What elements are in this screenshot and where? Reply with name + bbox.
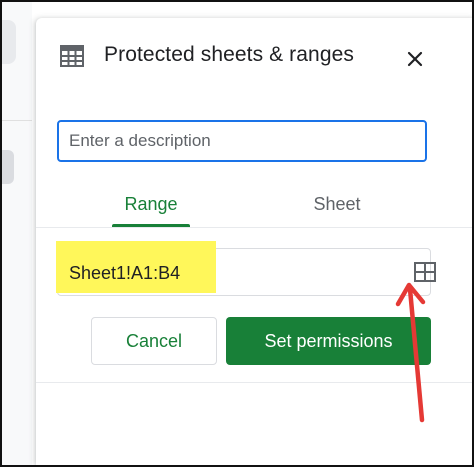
grid-select-icon[interactable]: [414, 262, 436, 282]
range-value: Sheet1!A1:B4: [69, 263, 181, 283]
spreadsheet-background: [2, 2, 32, 465]
tab-sheet[interactable]: Sheet: [292, 194, 382, 215]
table-icon: [60, 45, 84, 67]
tab-range[interactable]: Range: [106, 194, 196, 215]
close-icon[interactable]: [400, 44, 430, 74]
cancel-button[interactable]: Cancel: [91, 317, 217, 365]
panel-title: Protected sheets & ranges: [104, 43, 354, 66]
background-control: [2, 20, 16, 64]
background-divider: [2, 120, 32, 121]
background-control: [2, 150, 14, 184]
set-permissions-button[interactable]: Set permissions: [226, 317, 431, 365]
tabs-divider: [36, 227, 472, 228]
range-field[interactable]: Sheet1!A1:B4: [56, 241, 436, 296]
panel-divider: [36, 382, 472, 383]
screenshot-frame: Protected sheets & ranges Range Sheet Sh…: [0, 0, 474, 467]
panel-header: Protected sheets & ranges: [36, 18, 472, 90]
description-input[interactable]: [57, 120, 427, 162]
protected-ranges-panel: Protected sheets & ranges Range Sheet Sh…: [36, 18, 472, 465]
